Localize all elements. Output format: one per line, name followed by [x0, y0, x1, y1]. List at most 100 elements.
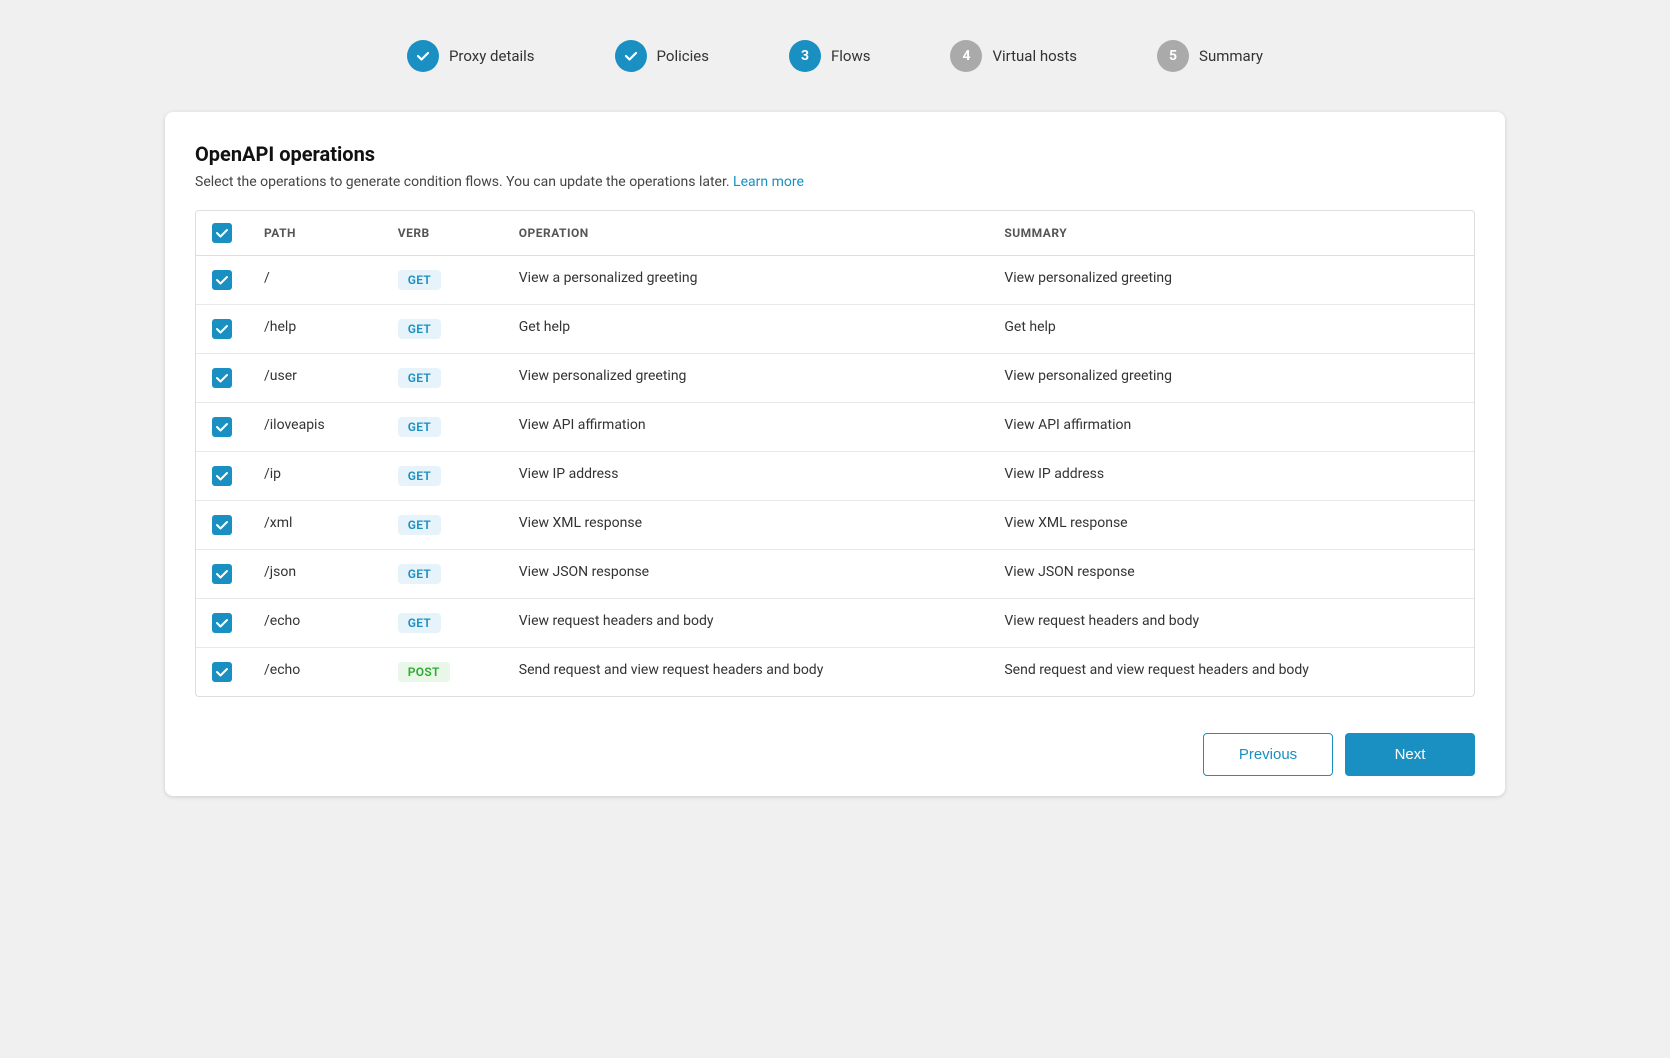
next-button[interactable]: Next	[1345, 733, 1475, 776]
row-operation: View a personalized greeting	[503, 256, 989, 305]
row-checkbox-cell	[196, 599, 248, 648]
row-checkbox-cell	[196, 354, 248, 403]
row-checkbox-3[interactable]	[212, 417, 232, 437]
row-summary: View request headers and body	[988, 599, 1474, 648]
table-row: /echo GET View request headers and bodyVie…	[196, 599, 1474, 648]
row-verb: GET	[382, 550, 503, 599]
wizard-step-virtual-hosts[interactable]: 4 Virtual hosts	[950, 40, 1077, 72]
card-footer: Previous Next	[195, 717, 1475, 776]
table-row: /echo POST Send request and view request h…	[196, 648, 1474, 697]
row-verb: GET	[382, 403, 503, 452]
row-verb: GET	[382, 452, 503, 501]
wizard-step-proxy-details[interactable]: Proxy details	[407, 40, 535, 72]
card-subtitle-text: Select the operations to generate condit…	[195, 174, 733, 190]
table-row: /xml GET View XML responseView XML respons…	[196, 501, 1474, 550]
row-summary: View IP address	[988, 452, 1474, 501]
header-checkbox-cell	[196, 211, 248, 256]
row-path: /xml	[248, 501, 382, 550]
row-summary: View JSON response	[988, 550, 1474, 599]
row-verb: GET	[382, 256, 503, 305]
row-path: /	[248, 256, 382, 305]
row-operation: View request headers and body	[503, 599, 989, 648]
row-checkbox-cell	[196, 403, 248, 452]
row-path: /echo	[248, 648, 382, 697]
verb-badge-get: GET	[398, 613, 441, 633]
verb-badge-get: GET	[398, 564, 441, 584]
step-label-policies: Policies	[657, 47, 709, 65]
verb-badge-get: GET	[398, 417, 441, 437]
row-operation: Get help	[503, 305, 989, 354]
row-checkbox-2[interactable]	[212, 368, 232, 388]
main-card: OpenAPI operations Select the operations…	[165, 112, 1505, 796]
row-checkbox-1[interactable]	[212, 319, 232, 339]
table-row: /ip GET View IP addressView IP address	[196, 452, 1474, 501]
row-summary: View personalized greeting	[988, 354, 1474, 403]
row-path: /json	[248, 550, 382, 599]
select-all-checkbox[interactable]	[212, 223, 232, 243]
row-operation: View API affirmation	[503, 403, 989, 452]
card-title: OpenAPI operations	[195, 142, 1475, 166]
row-checkbox-cell	[196, 256, 248, 305]
learn-more-link[interactable]: Learn more	[733, 174, 804, 190]
row-operation: View IP address	[503, 452, 989, 501]
wizard-step-policies[interactable]: Policies	[615, 40, 709, 72]
row-path: /help	[248, 305, 382, 354]
step-icon-summary: 5	[1157, 40, 1189, 72]
step-label-proxy-details: Proxy details	[449, 47, 535, 65]
step-icon-proxy-details	[407, 40, 439, 72]
row-verb: GET	[382, 305, 503, 354]
header-verb: VERB	[382, 211, 503, 256]
verb-badge-get: GET	[398, 368, 441, 388]
row-checkbox-cell	[196, 550, 248, 599]
wizard-step-summary[interactable]: 5 Summary	[1157, 40, 1263, 72]
step-icon-policies	[615, 40, 647, 72]
row-path: /echo	[248, 599, 382, 648]
step-label-flows: Flows	[831, 47, 871, 65]
row-summary: View XML response	[988, 501, 1474, 550]
row-checkbox-5[interactable]	[212, 515, 232, 535]
previous-button[interactable]: Previous	[1203, 733, 1333, 776]
table-row: /user GET View personalized greetingView p…	[196, 354, 1474, 403]
row-summary: View personalized greeting	[988, 256, 1474, 305]
row-operation: View XML response	[503, 501, 989, 550]
row-operation: View personalized greeting	[503, 354, 989, 403]
header-path: PATH	[248, 211, 382, 256]
verb-badge-get: GET	[398, 466, 441, 486]
wizard-header: Proxy details Policies 3 Flows 4 Virtual…	[0, 20, 1670, 92]
table-row: /iloveapis GET View API affirmationView AP…	[196, 403, 1474, 452]
verb-badge-get: GET	[398, 319, 441, 339]
step-icon-flows: 3	[789, 40, 821, 72]
row-summary: Send request and view request headers an…	[988, 648, 1474, 697]
row-verb: GET	[382, 599, 503, 648]
verb-badge-post: POST	[398, 662, 450, 682]
verb-badge-get: GET	[398, 515, 441, 535]
row-checkbox-cell	[196, 501, 248, 550]
row-path: /iloveapis	[248, 403, 382, 452]
table-header-row: PATH VERB OPERATION SUMMARY	[196, 211, 1474, 256]
card-subtitle: Select the operations to generate condit…	[195, 174, 1475, 190]
row-path: /user	[248, 354, 382, 403]
verb-badge-get: GET	[398, 270, 441, 290]
row-checkbox-cell	[196, 452, 248, 501]
header-summary: SUMMARY	[988, 211, 1474, 256]
row-checkbox-4[interactable]	[212, 466, 232, 486]
row-checkbox-cell	[196, 305, 248, 354]
row-checkbox-7[interactable]	[212, 613, 232, 633]
row-checkbox-0[interactable]	[212, 270, 232, 290]
row-verb: GET	[382, 354, 503, 403]
row-verb: POST	[382, 648, 503, 697]
row-summary: Get help	[988, 305, 1474, 354]
row-checkbox-6[interactable]	[212, 564, 232, 584]
row-summary: View API affirmation	[988, 403, 1474, 452]
table-row: / GET View a personalized greetingView per…	[196, 256, 1474, 305]
step-icon-virtual-hosts: 4	[950, 40, 982, 72]
operations-table-container: PATH VERB OPERATION SUMMARY / GET View a p…	[195, 210, 1475, 697]
row-operation: View JSON response	[503, 550, 989, 599]
wizard-step-flows[interactable]: 3 Flows	[789, 40, 871, 72]
row-path: /ip	[248, 452, 382, 501]
row-checkbox-8[interactable]	[212, 662, 232, 682]
row-checkbox-cell	[196, 648, 248, 697]
table-row: /json GET View JSON responseView JSON resp…	[196, 550, 1474, 599]
header-operation: OPERATION	[503, 211, 989, 256]
step-label-summary: Summary	[1199, 47, 1263, 65]
